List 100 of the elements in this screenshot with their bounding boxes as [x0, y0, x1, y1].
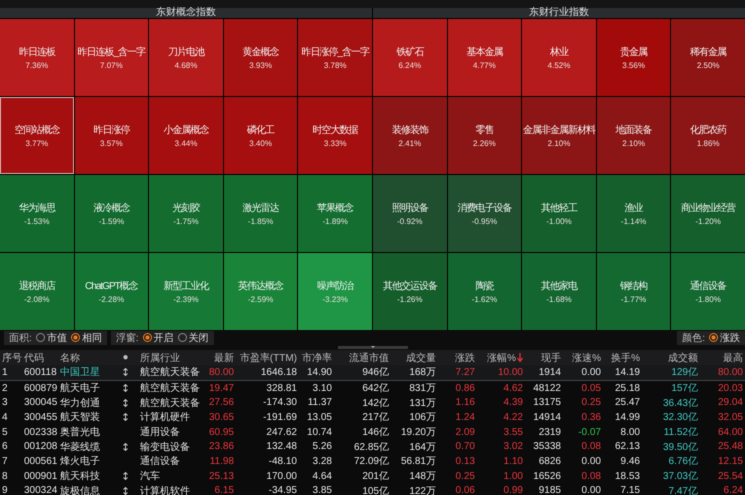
radio-option[interactable]: 关闭 — [178, 330, 209, 344]
tile-change: 3.57% — [100, 139, 123, 148]
table-row[interactable]: 3 300045 华力创通 航空航天装备 27.56 -174.30 11.37 142亿 131万 1.16 4.39 13175 0.25 25.47 36.43亿 29.04 — [0, 395, 745, 410]
heatmap-tile[interactable]: 零售 2.26% — [448, 97, 522, 174]
heatmap-tile[interactable]: 昨日涨停_含一字 3.78% — [298, 19, 372, 96]
column-header[interactable]: 市盈率(TTM) — [236, 350, 299, 364]
heatmap-tile[interactable]: 基本金属 4.77% — [448, 19, 522, 96]
heatmap-tile[interactable]: 地面装备 2.10% — [596, 97, 670, 174]
heatmap-tile[interactable]: 小金属概念 3.44% — [149, 97, 223, 174]
tile-name: 华为海思 — [18, 202, 55, 215]
heatmap-tile[interactable]: 苹果概念 -1.89% — [298, 175, 372, 252]
heatmap-tile[interactable]: 昨日连板_含一字 7.07% — [74, 19, 148, 96]
heatmap-tile[interactable]: 贵金属 3.56% — [596, 19, 670, 96]
tile-name: 时空大数据 — [312, 124, 358, 137]
column-header[interactable]: 市净率 — [299, 350, 334, 364]
heatmap-tile[interactable]: 钢结构 -1.77% — [596, 253, 670, 330]
heatmap-tile[interactable]: 光刻胶 -1.75% — [149, 175, 223, 252]
heatmap-tile[interactable]: 稀有金属 2.50% — [671, 19, 745, 96]
heatmap-tile[interactable]: 金属非金属新材料 2.10% — [522, 97, 596, 174]
column-header[interactable]: 名称 — [58, 350, 113, 364]
heatmap-tile[interactable]: 噪声防治 -3.23% — [298, 253, 372, 330]
heatmap-tile[interactable]: 商业物业经营 -1.20% — [671, 175, 745, 252]
table-cell-text: 4.64 — [312, 470, 333, 482]
heatmap-tile[interactable]: 新型工业化 -2.39% — [149, 253, 223, 330]
column-header[interactable]: 流通市值 — [334, 350, 391, 364]
table-row[interactable]: 5 002338 奥普光电 通用设备 60.95 247.62 10.74 146亿 19.20万 2.09 3.55 2319 -0.07 8.00 11.52亿 64.00 — [0, 424, 745, 440]
table-row[interactable]: 6 001208 华菱线缆 输变电设备 23.86 132.48 5.26 62.85亿 164万 0.70 3.02 35338 0.08 62.13 39.50亿 25.48 — [0, 439, 745, 454]
column-header[interactable]: 涨速% — [563, 350, 603, 364]
heatmap-tile[interactable]: 刀片电池 4.68% — [149, 19, 223, 96]
table-row[interactable]: 7 000561 烽火电子 通信设备 11.98 -48.10 3.28 72.09亿 56.81万 0.13 1.10 6826 0.00 9.46 6.76亿 12.15 — [0, 454, 745, 469]
table-cell-text: 831万 — [408, 382, 437, 396]
column-header[interactable]: 序号 — [0, 350, 22, 364]
heatmap-tile[interactable]: 通信设备 -1.80% — [671, 253, 745, 330]
heatmap-tile[interactable]: 其他家电 -1.68% — [522, 253, 596, 330]
heatmap-tile[interactable]: 照明设备 -0.92% — [373, 175, 447, 252]
heatmap-tile[interactable]: 林业 4.52% — [522, 19, 596, 96]
grip-handle-icon[interactable] — [338, 345, 408, 350]
table-row[interactable]: 4 300455 航天智装 计算机硬件 30.65 -191.69 13.05 217亿 106万 1.24 4.22 14914 0.36 14.99 32.30亿 32.05 — [0, 410, 745, 425]
table-cell-text: 000561 — [23, 456, 58, 467]
heatmap-tile[interactable]: 激光雷达 -1.85% — [224, 175, 298, 252]
heatmap-tile[interactable]: 华为海思 -1.53% — [0, 175, 74, 252]
table-row[interactable]: 9 300324 旋极信息 计算机软件 6.15 -34.95 3.85 105亿 122万 0.06 0.99 9185 0.00 7.15 7.47亿 6.24 — [0, 484, 745, 495]
heatmap-tile[interactable]: 昨日连板 7.36% — [0, 19, 74, 96]
heatmap-tile[interactable]: 退税商店 -2.08% — [0, 253, 74, 330]
tile-name: 化肥农药 — [690, 124, 726, 137]
radio-option[interactable]: 开启 — [142, 330, 174, 344]
column-header[interactable]: 最新 — [203, 350, 236, 364]
table-cell-text: 56.81万 — [400, 455, 437, 468]
float-label: 浮窗: — [116, 332, 139, 344]
column-header[interactable]: 代码 — [22, 350, 58, 364]
tile-change: -1.80% — [696, 295, 721, 304]
heatmap-tile[interactable]: 时空大数据 3.33% — [298, 97, 372, 174]
heatmap-tile[interactable]: 磷化工 3.40% — [224, 97, 298, 174]
radio-option[interactable]: 市值 — [36, 330, 67, 344]
tile-name: 金属非金属新材料 — [522, 124, 595, 137]
table-cell-text: 642亿 — [361, 382, 390, 396]
table-cell-text: 6 — [1, 441, 9, 452]
column-header[interactable]: 所属行业 — [138, 350, 203, 364]
tile-change: 3.78% — [324, 61, 347, 70]
tile-change: 3.44% — [174, 139, 198, 148]
column-header[interactable]: 涨幅% — [477, 350, 525, 364]
heatmap-tile[interactable]: 液冷概念 -1.59% — [74, 175, 148, 252]
heatmap-tile[interactable]: 昨日涨停 3.57% — [74, 97, 148, 174]
table-cell-text: 300455 — [23, 412, 58, 423]
heatmap-tile[interactable]: 消费电子设备 -0.95% — [448, 175, 522, 252]
table-cell-text: 11.37 — [306, 397, 333, 408]
heatmap-tile[interactable]: 其他交运设备 -1.26% — [373, 253, 447, 330]
tile-change: -2.08% — [24, 295, 50, 304]
heatmap-tile[interactable]: 陶瓷 -1.62% — [448, 253, 522, 330]
radio-option[interactable]: 涨跌 — [709, 330, 740, 344]
table-cell-text: 23.86 — [208, 441, 235, 452]
column-header[interactable]: 成交额 — [642, 350, 700, 364]
heatmap-tile[interactable]: 化肥农药 1.86% — [671, 97, 745, 174]
table-cell-text: 9185 — [538, 485, 562, 495]
tile-name: 商业物业经营 — [681, 202, 736, 215]
table-cell-text: 0.25 — [454, 470, 476, 482]
column-header[interactable]: 现手 — [525, 350, 563, 364]
heatmap-tile[interactable]: 装修装饰 2.41% — [373, 97, 447, 174]
heatmap-tile[interactable]: 英伟达概念 -2.59% — [224, 253, 298, 330]
column-header[interactable]: 成交量 — [391, 350, 438, 364]
radio-option[interactable]: 相同 — [70, 330, 102, 344]
heatmap-tile[interactable]: 渔业 -1.14% — [596, 175, 670, 252]
table-cell-text: 华力创通 — [59, 396, 101, 410]
tile-name: 其他轻工 — [540, 202, 577, 215]
heatmap-tile[interactable]: 铁矿石 6.24% — [373, 19, 447, 96]
heatmap-tile[interactable]: 其他轻工 -1.00% — [522, 175, 596, 252]
column-header[interactable]: ● — [113, 352, 138, 363]
table-row[interactable]: 8 000901 航天科技 汽车 25.13 170.00 4.64 201亿 148万 0.25 1.00 16526 0.08 18.53 37.03亿 25.54 — [0, 468, 745, 484]
column-header[interactable]: 涨跌 — [438, 350, 477, 364]
heatmap-tile[interactable]: 空间站概念 3.77% — [0, 97, 74, 174]
column-header[interactable]: 最高 — [700, 350, 745, 364]
heatmap-tile[interactable]: 黄金概念 3.93% — [224, 19, 298, 96]
table-row[interactable]: 2 600879 航天电子 航空航天装备 19.47 328.81 3.10 642亿 831万 0.86 4.62 48122 0.05 25.18 157亿 20.03 — [0, 380, 745, 396]
column-header[interactable]: 换手% — [603, 350, 642, 364]
table-cell-text: 9 — [1, 485, 9, 495]
table-cell-text: 142亿 — [361, 396, 390, 410]
heatmap-tile[interactable]: ChatGPT概念 -2.28% — [74, 253, 148, 330]
table-row[interactable]: 1 600118 中国卫星 航空航天装备 80.00 1646.18 14.90 946亿 168万 7.27 10.00 1914 0.00 14.19 129亿 80.00 — [0, 365, 745, 381]
table-cell-text: 328.81 — [265, 382, 298, 394]
table-cell-text: 11.98 — [208, 456, 235, 467]
